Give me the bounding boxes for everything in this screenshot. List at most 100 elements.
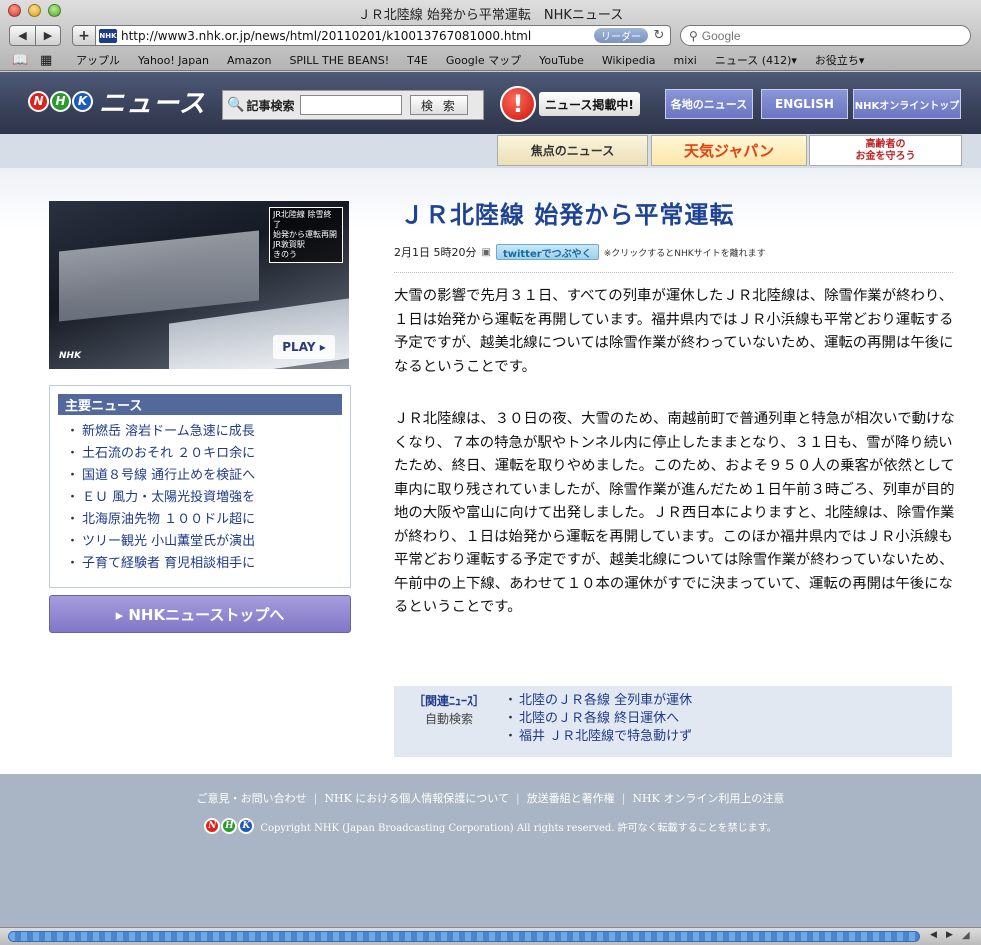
play-button[interactable]: PLAY ▸ [273,335,335,359]
article-search-button[interactable]: 検 索 [410,95,469,115]
top-sites-grid-icon[interactable]: ▦ [40,53,58,68]
bullet: ・ [66,555,80,571]
main-news-link[interactable]: ＥＵ 風力・太陽光投資増強を [82,486,255,505]
reload-icon[interactable]: ↻ [652,28,666,43]
bullet: ・ [66,445,80,461]
footer-link-contact[interactable]: ご意見・お問い合わせ [197,792,307,805]
list-item[interactable]: ・ツリー観光 小山薫堂氏が演出 [66,528,342,550]
scroll-left-arrow-icon[interactable]: ◀ [930,930,937,940]
google-search-box[interactable]: ⚲ [680,25,971,46]
resize-grip-icon[interactable]: ◢ [962,930,970,941]
main-news-link[interactable]: 土石流のおそれ ２０キロ余に [82,442,255,461]
main-news-link[interactable]: 新燃岳 溶岩ドーム急速に成長 [82,420,255,439]
related-link[interactable]: 福井 ＪＲ北陸線で特急動けず [519,729,692,744]
related-link[interactable]: 北陸のＪＲ各線 終日運休へ [519,711,679,726]
reading-list-icon[interactable]: 📖 [12,53,30,68]
bookmark-spill-the-beans[interactable]: SPILL THE BEANS! [289,54,389,67]
bookmark-apple[interactable]: アップル [76,52,120,68]
site-footer: ご意見・お問い合わせ | NHK における個人情報保護について | 放送番組と著作権 | N… [0,774,981,927]
toolbar: ◀ ▶ + NHK http://www3.nhk.or.jp/news/htm… [0,23,981,49]
article-search: 🔍 記事検索 検 索 [222,90,484,120]
bookmark-folder-useful[interactable]: お役立ち▾ [815,52,865,68]
add-bookmark-button[interactable]: + [72,25,96,46]
banner-elderly-money[interactable]: 高齢者の お金を守ろう [809,135,962,166]
main-news-link[interactable]: 北海原油先物 １００ドル超に [82,508,255,527]
twitter-share-button[interactable]: twitterでつぶやく [495,244,599,260]
bookmark-amazon[interactable]: Amazon [227,54,271,67]
article-date: 2月1日 5時20分 [394,246,477,259]
reader-button[interactable]: リーダー [594,28,648,43]
forward-button[interactable]: ▶ [35,25,61,46]
main-news-link[interactable]: 子育て経験者 育児相談相手に [82,552,255,571]
article-search-input[interactable] [300,95,403,115]
bookmark-wikipedia[interactable]: Wikipedia [602,54,656,67]
horizontal-scrollbar: ◀ ▶ ◢ [0,927,981,945]
related-link[interactable]: 北陸のＪＲ各線 全列車が運休 [519,693,692,708]
news-top-button[interactable]: ▸ NHKニューストップへ [49,595,351,633]
article-paragraph-1: 大雪の影響で先月３１日、すべての列車が運休したＪＲ北陸線は、除雪作業が終わり、１… [394,288,954,375]
article-paragraph-2: ＪＲ北陸線は、３０日の夜、大雪のため、南越前町で普通列車と特急が相次いで動けなく… [394,411,955,615]
tab-english[interactable]: ENGLISH [761,89,848,119]
scroll-right-arrow-icon[interactable]: ▶ [946,930,953,940]
banner-weather-japan[interactable]: 天気ジャパン [651,135,807,166]
search-icon: ⚲ [689,28,698,43]
browser-window: ＪＲ北陸線 始発から平常運転 NHKニュース ◀ ▶ + NHK http://… [0,0,981,945]
list-item[interactable]: ・国道８号線 通行止めを検証へ [66,462,342,484]
google-search-input[interactable] [701,28,942,43]
exclamation-icon: ! [500,86,536,122]
bookmark-folder-news[interactable]: ニュース (412)▾ [715,52,797,68]
footer-link-copyright[interactable]: 放送番組と著作権 [527,792,615,805]
main-news-list: ・新燃岳 溶岩ドーム急速に成長 ・土石流のおそれ ２０キロ余に ・国道８号線 通… [58,418,342,572]
separator: | [621,792,626,805]
footer-link-privacy[interactable]: NHK における個人情報保護について [324,792,509,805]
main-news-link[interactable]: ツリー観光 小山薫堂氏が演出 [82,530,255,549]
bullet: ・ [66,533,80,549]
bookmark-t4e[interactable]: T4E [407,54,428,67]
content-area: JR北陸線 除雪終了 始発から運転再開 JR敦賀駅 きのう PLAY ▸ NHK… [0,168,981,774]
video-thumbnail-train [59,230,259,322]
logo-news-text: ニュース [99,88,206,119]
list-item[interactable]: ・北陸のＪＲ各線 終日運休へ [504,710,692,728]
list-item[interactable]: ・福井 ＪＲ北陸線で特急動けず [504,728,692,746]
bookmark-yahoo[interactable]: Yahoo! Japan [138,54,209,67]
related-title: ［関連ﾆｭｰｽ］ [412,694,485,708]
list-item[interactable]: ・北陸のＪＲ各線 全列車が運休 [504,692,692,710]
tab-regional-news[interactable]: 各地のニュース [665,89,753,119]
url-text[interactable]: http://www3.nhk.or.jp/news/html/20110201… [121,29,594,43]
related-news-list: ・北陸のＪＲ各線 全列車が運休 ・北陸のＪＲ各線 終日運休へ ・福井 ＪＲ北陸線… [504,692,692,757]
bookmark-mixi[interactable]: mixi [674,54,697,67]
video-camera-icon: ▣ [481,246,491,258]
twitter-note: ※クリックするとNHKサイトを離れます [603,248,766,259]
tab-nhk-online-top[interactable]: NHKオンライントップ [853,89,961,119]
article-meta: 2月1日 5時20分 ▣ twitterでつぶやく ※クリックするとNHKサイト… [394,244,766,260]
title-bar: ＪＲ北陸線 始発から平常運転 NHKニュース [0,0,981,23]
bookmark-google-maps[interactable]: Google マップ [446,52,521,68]
bullet: ・ [504,693,518,708]
site-header: N H K ニュース 🔍 記事検索 検 索 ! ニュース掲載中! 各地のニュース… [0,72,981,134]
banner-focus-news[interactable]: 焦点のニュース [497,135,648,166]
list-item[interactable]: ・新燃岳 溶岩ドーム急速に成長 [66,418,342,440]
address-bar[interactable]: NHK http://www3.nhk.or.jp/news/html/2011… [95,25,671,46]
main-news-link[interactable]: 国道８号線 通行止めを検証へ [82,464,255,483]
list-item[interactable]: ・ ＥＵ 風力・太陽光投資増強を [66,484,342,506]
article-headline: ＪＲ北陸線 始発から平常運転 [400,200,735,229]
list-item[interactable]: ・北海原油先物 １００ドル超に [66,506,342,528]
scrollbar-thumb[interactable] [8,931,920,942]
footer-link-terms[interactable]: NHK オンライン利用上の注意 [632,792,784,805]
back-button[interactable]: ◀ [9,25,36,46]
list-item[interactable]: ・子育て経験者 育児相談相手に [66,550,342,572]
news-alert-banner[interactable]: ! ニュース掲載中! [500,86,658,122]
main-news-title: 主要ニュース [58,394,342,415]
copyright-text: Copyright NHK (Japan Broadcasting Corpor… [260,822,777,834]
related-news-box: ［関連ﾆｭｰｽ］ 自動検索 ・北陸のＪＲ各線 全列車が運休 ・北陸のＪＲ各線 終… [394,686,952,757]
divider [394,272,953,273]
footer-links: ご意見・お問い合わせ | NHK における個人情報保護について | 放送番組と著作権 | N… [0,790,981,806]
browser-chrome: ＪＲ北陸線 始発から平常運転 NHKニュース ◀ ▶ + NHK http://… [0,0,981,71]
bullet: ・ [504,711,518,726]
nhk-news-logo[interactable]: N H K ニュース [28,86,206,119]
list-item[interactable]: ・土石流のおそれ ２０キロ余に [66,440,342,462]
logo-letter-k: K [72,90,93,112]
article-search-label: 記事検索 [246,98,295,113]
video-player[interactable]: JR北陸線 除雪終了 始発から運転再開 JR敦賀駅 きのう PLAY ▸ NHK [49,201,349,369]
bookmark-youtube[interactable]: YouTube [539,54,584,67]
